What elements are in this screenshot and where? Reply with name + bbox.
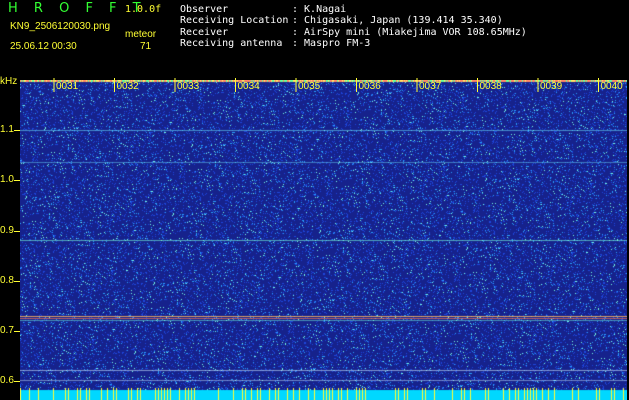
meteor-count: 71 — [140, 41, 152, 52]
y-tick-label: 1.0 — [0, 174, 14, 185]
meta-value-antenna: : Maspro FM-3 — [292, 38, 371, 49]
y-tick-label: 0.7 — [0, 325, 14, 336]
time-tick-label: 0031 — [56, 81, 79, 92]
y-tick-label: 0.6 — [0, 375, 14, 386]
meta-value-location: : Chigasaki, Japan (139.414 35.340) — [292, 15, 503, 26]
time-tick-label: 0032 — [117, 81, 140, 92]
version-label: 1.0.0f — [125, 4, 162, 15]
time-tick-label: 0038 — [480, 81, 503, 92]
spectrogram-waterfall — [20, 80, 627, 400]
time-axis: 0031 0032 0033 0034 0035 0036 0037 0038 0039 0040 — [53, 78, 624, 92]
time-tick-label: 0039 — [540, 81, 563, 92]
time-tick-label: 0034 — [238, 81, 261, 92]
meteor-label: meteor — [125, 29, 157, 40]
time-tick-label: 0035 — [298, 81, 321, 92]
y-tick-label: 1.1 — [0, 124, 14, 135]
datetime-label: 25.06.12 00:30 — [10, 41, 77, 52]
meta-key-location: Receiving Location — [180, 15, 289, 26]
filename-label: KN9_2506120030.png — [10, 21, 111, 32]
time-tick-label: 0033 — [177, 81, 200, 92]
time-tick-label: 0040 — [601, 81, 624, 92]
time-tick-label: 0037 — [419, 81, 442, 92]
y-tick-label: 0.8 — [0, 275, 14, 286]
meta-key-antenna: Receiving antenna — [180, 38, 283, 49]
time-tick-label: 0036 — [359, 81, 382, 92]
y-tick-label: 0.9 — [0, 225, 14, 236]
y-axis-unit: kHz — [0, 76, 18, 87]
